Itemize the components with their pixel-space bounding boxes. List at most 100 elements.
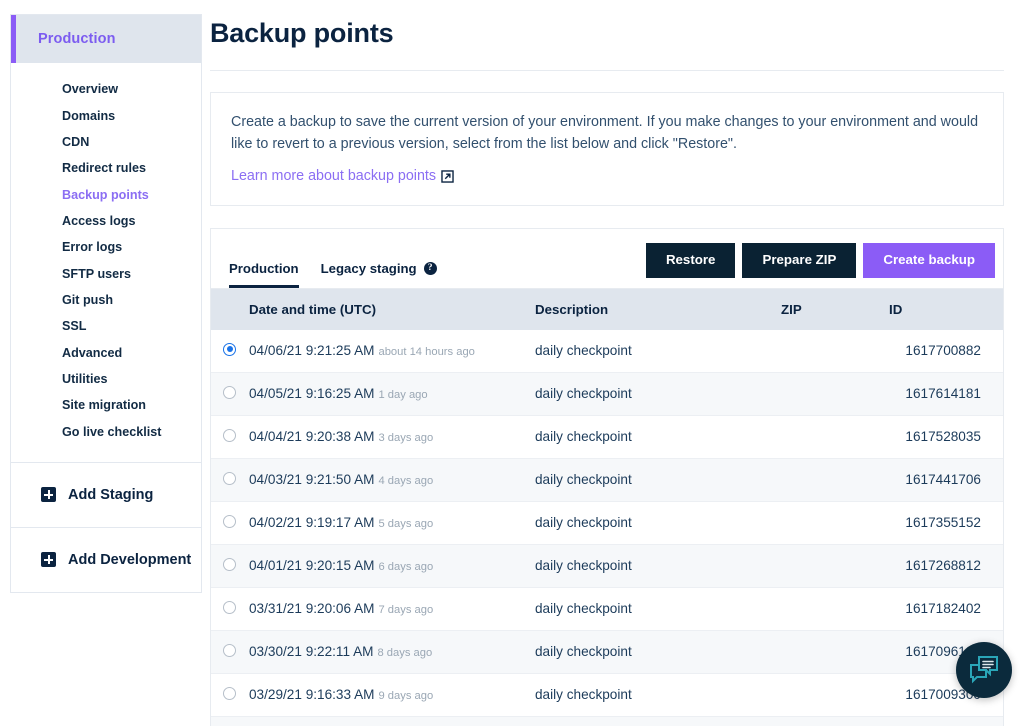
sidebar-item-go-live-checklist[interactable]: Go live checklist [11,419,201,445]
sidebar-item-utilities[interactable]: Utilities [11,367,201,393]
table-tabs: Production Legacy staging? [211,261,437,288]
table-row[interactable]: 03/29/21 9:16:33 AM9 days agodaily check… [211,673,1003,716]
id-cell: 1617614181 [889,372,1003,415]
id-cell: 1617268812 [889,544,1003,587]
sidebar-item-access-logs[interactable]: Access logs [11,209,201,235]
backup-radio-button[interactable] [223,558,236,571]
date-value: 04/03/21 9:21:50 AM [249,472,374,487]
main-content: Backup points Create a backup to save th… [202,0,1024,726]
environment-card: Production OverviewDomainsCDNRedirect ru… [10,14,202,463]
description-cell: daily checkpoint [535,544,781,587]
id-cell: 1617182402 [889,587,1003,630]
sidebar-item-backup-points[interactable]: Backup points [11,182,201,208]
create-backup-button[interactable]: Create backup [863,243,995,278]
date-value: 04/02/21 9:19:17 AM [249,515,374,530]
relative-time: 5 days ago [378,518,433,530]
table-row[interactable]: 04/02/21 9:19:17 AM 5 days ago daily check… [211,501,1003,544]
backup-radio-button[interactable] [223,644,236,657]
relative-time: 9 days ago [378,690,433,702]
date-value: 04/01/21 9:20:15 AM [249,558,374,573]
row-select-cell[interactable] [211,501,249,544]
prepare-zip-button[interactable]: Prepare ZIP [742,243,856,278]
sidebar-item-redirect-rules[interactable]: Redirect rules [11,156,201,182]
sidebar-item-overview[interactable]: Overview [11,77,201,103]
row-select-cell[interactable] [211,330,249,373]
sidebar-item-error-logs[interactable]: Error logs [11,235,201,261]
table-row[interactable]: 04/03/21 9:21:50 AM4 days agodaily check… [211,458,1003,501]
backup-radio-button[interactable] [223,472,236,485]
info-card: Create a backup to save the current vers… [210,92,1004,206]
date-cell: 04/06/21 9:21:25 AMabout 14 hours ago [249,330,535,373]
environment-header: Production [11,15,201,63]
sidebar-item-sftp-users[interactable]: SFTP users [11,261,201,287]
tab-production[interactable]: Production [229,261,299,288]
app-page: Production OverviewDomainsCDNRedirect ru… [0,0,1024,726]
backup-radio-button[interactable] [223,386,236,399]
backup-radio-button[interactable] [223,601,236,614]
date-cell: 03/29/21 9:16:33 AM 9 days ago [249,673,535,716]
sidebar-item-domains[interactable]: Domains [11,103,201,129]
id-cell: 1617528035 [889,415,1003,458]
row-select-cell[interactable] [211,630,249,673]
row-select-cell[interactable] [211,415,249,458]
tab-label: Production [229,261,299,276]
backup-radio-button[interactable] [223,515,236,528]
table-row[interactable]: 04/05/21 9:16:25 AM1 day agodaily checkp… [211,372,1003,415]
row-select-cell[interactable] [211,673,249,716]
backup-radio-button[interactable] [223,429,236,442]
zip-cell [781,587,889,630]
date-cell: 04/03/21 9:21:50 AM 4 days ago [249,458,535,501]
row-select-cell[interactable] [211,458,249,501]
description-cell: daily checkpoint [535,415,781,458]
backup-radio-button[interactable] [223,343,236,356]
external-link-icon [441,170,454,183]
sidebar-item-cdn[interactable]: CDN [11,130,201,156]
page-title: Backup points [210,14,1004,49]
add-development-label: Add Development [68,552,191,568]
date-value: 03/30/21 9:22:11 AM [249,644,373,659]
description-column-header: Description [535,289,781,330]
zip-cell [781,716,889,726]
add-development-button[interactable]: Add Development [10,528,202,593]
table-row[interactable]: 03/31/21 9:20:06 AM7 days agodaily check… [211,587,1003,630]
table-row[interactable]: 03/28/21 9:18:11 AM10 days agodaily chec… [211,716,1003,726]
sidebar-item-git-push[interactable]: Git push [11,288,201,314]
tab-legacy-staging[interactable]: Legacy staging? [321,261,437,288]
table-head: Date and time (UTC) Description ZIP ID [211,289,1003,330]
description-cell: daily checkpoint [535,372,781,415]
add-staging-button[interactable]: Add Staging [10,463,202,528]
date-cell: 04/01/21 9:20:15 AM 6 days ago [249,544,535,587]
backup-radio-button[interactable] [223,687,236,700]
table-toolbar: Production Legacy staging? Restore Prepar… [211,229,1003,289]
relative-time: 4 days ago [378,475,433,487]
learn-more-label: Learn more about backup points [231,168,436,184]
description-cell: daily checkpoint [535,501,781,544]
zip-column-header: ZIP [781,289,889,330]
zip-cell [781,330,889,373]
id-column-header: ID [889,289,1003,330]
help-icon[interactable]: ? [424,262,437,275]
row-select-cell[interactable] [211,544,249,587]
learn-more-link[interactable]: Learn more about backup points [231,168,454,184]
relative-time: 6 days ago [378,561,433,573]
plus-icon [41,487,56,502]
id-cell: 1616922 [889,716,1003,726]
sidebar-item-site-migration[interactable]: Site migration [11,393,201,419]
row-select-cell[interactable] [211,372,249,415]
date-value: 03/29/21 9:16:33 AM [249,687,374,702]
table-row[interactable]: 04/04/21 9:20:38 AM3 days agodaily check… [211,415,1003,458]
description-cell: daily checkpoint [535,587,781,630]
title-divider [210,70,1004,71]
row-select-cell[interactable] [211,587,249,630]
table-row[interactable]: 03/30/21 9:22:11 AM8 days agodaily check… [211,630,1003,673]
date-cell: 03/31/21 9:20:06 AM7 days ago [249,587,535,630]
chat-widget-button[interactable] [956,642,1012,698]
id-cell: 1617355152 [889,501,1003,544]
sidebar-item-ssl[interactable]: SSL [11,314,201,340]
date-value: 04/04/21 9:20:38 AM [249,429,374,444]
row-select-cell[interactable] [211,716,249,726]
table-row[interactable]: 04/01/21 9:20:15 AM 6 days ago daily check… [211,544,1003,587]
sidebar-item-advanced[interactable]: Advanced [11,340,201,366]
restore-button[interactable]: Restore [646,243,736,278]
table-row[interactable]: 04/06/21 9:21:25 AMabout 14 hours agodai… [211,330,1003,373]
